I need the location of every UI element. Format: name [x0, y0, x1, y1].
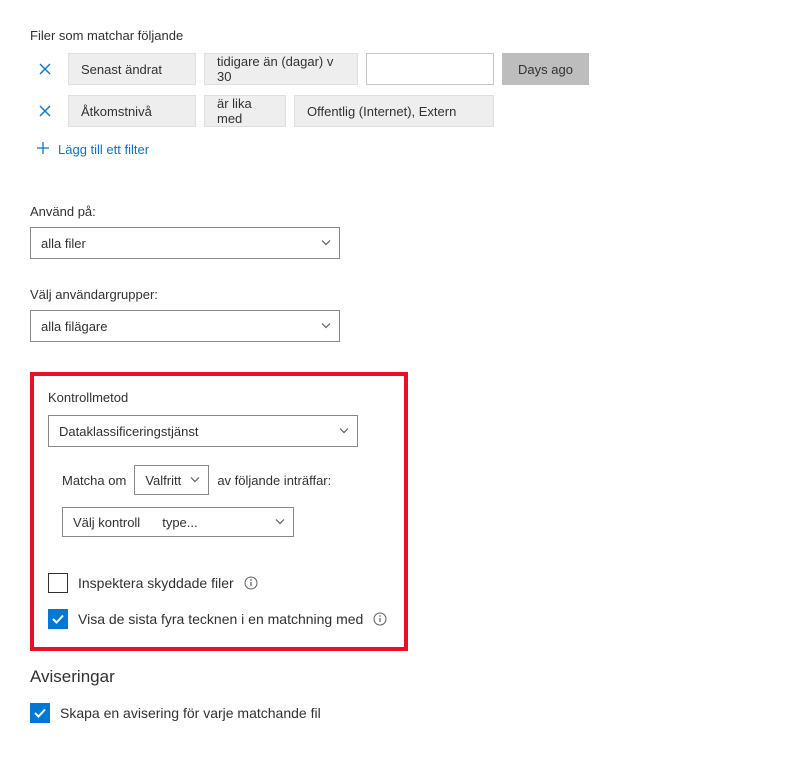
- plus-icon: [36, 141, 50, 158]
- show-last-four-row: Visa de sista fyra tecknen i en matchnin…: [48, 609, 390, 629]
- show-last-four-checkbox[interactable]: [48, 609, 68, 629]
- add-filter-button[interactable]: Lägg till ett filter: [36, 141, 755, 158]
- match-if-value: Valfritt: [145, 473, 181, 488]
- chevron-down-icon: [321, 319, 331, 334]
- user-groups-value: alla filägare: [41, 319, 108, 334]
- create-alert-label: Skapa en avisering för varje matchande f…: [60, 705, 321, 721]
- inspect-protected-files-label: Inspektera skyddade filer: [78, 575, 234, 591]
- chevron-down-icon: [190, 473, 200, 488]
- match-if-label-right: av följande inträffar:: [217, 473, 331, 488]
- inspection-method-value: Dataklassificeringstjänst: [59, 424, 198, 439]
- add-filter-label: Lägg till ett filter: [58, 142, 149, 157]
- filter-operator-older-than[interactable]: tidigare än (dagar) v 30: [204, 53, 358, 85]
- choose-control-label-left: Välj kontroll: [73, 515, 140, 530]
- chevron-down-icon: [339, 424, 349, 439]
- user-groups-label: Välj användargrupper:: [30, 287, 755, 302]
- filter-value-public-external[interactable]: Offentlig (Internet), Extern: [294, 95, 494, 127]
- filters-area: Senast ändrat tidigare än (dagar) v 30 D…: [36, 53, 755, 158]
- filter-row-access-level: Åtkomstnivå är lika med Offentlig (Inter…: [36, 95, 755, 127]
- inspect-protected-files-checkbox[interactable]: [48, 573, 68, 593]
- chevron-down-icon: [275, 515, 285, 530]
- inspection-method-select[interactable]: Dataklassificeringstjänst: [48, 415, 358, 447]
- apply-to-value: alla filer: [41, 236, 86, 251]
- match-if-label-left: Matcha om: [62, 473, 126, 488]
- info-icon[interactable]: [373, 612, 387, 626]
- info-icon[interactable]: [244, 576, 258, 590]
- filter-value-input[interactable]: [366, 53, 494, 85]
- match-if-select[interactable]: Valfritt: [134, 465, 209, 495]
- matching-files-label: Filer som matchar följande: [30, 28, 755, 43]
- chevron-down-icon: [321, 236, 331, 251]
- show-last-four-label: Visa de sista fyra tecknen i en matchnin…: [78, 611, 363, 627]
- remove-filter-icon[interactable]: [36, 102, 54, 120]
- user-groups-select[interactable]: alla filägare: [30, 310, 340, 342]
- inspection-method-section: Kontrollmetod Dataklassificeringstjänst …: [30, 372, 408, 651]
- filter-field-last-modified[interactable]: Senast ändrat: [68, 53, 196, 85]
- match-if-block: Matcha om Valfritt av följande inträffar…: [62, 465, 390, 537]
- alerts-heading: Aviseringar: [30, 667, 755, 687]
- inspect-protected-files-row: Inspektera skyddade filer: [48, 573, 390, 593]
- filter-field-access-level[interactable]: Åtkomstnivå: [68, 95, 196, 127]
- create-alert-row: Skapa en avisering för varje matchande f…: [30, 703, 755, 723]
- create-alert-checkbox[interactable]: [30, 703, 50, 723]
- apply-to-select[interactable]: alla filer: [30, 227, 340, 259]
- inspection-method-label: Kontrollmetod: [48, 390, 390, 405]
- remove-filter-icon[interactable]: [36, 60, 54, 78]
- choose-inspection-type-select[interactable]: Välj kontroll type...: [62, 507, 294, 537]
- filter-row-last-modified: Senast ändrat tidigare än (dagar) v 30 D…: [36, 53, 755, 85]
- days-ago-button[interactable]: Days ago: [502, 53, 589, 85]
- choose-control-label-right: type...: [162, 515, 197, 530]
- filter-operator-equals[interactable]: är lika med: [204, 95, 286, 127]
- apply-to-label: Använd på:: [30, 204, 755, 219]
